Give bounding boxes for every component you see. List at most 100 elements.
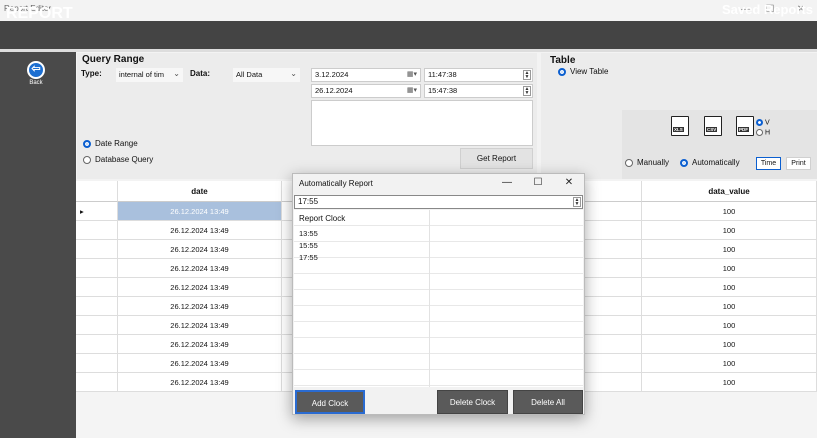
calendar-icon: ▦▾ bbox=[406, 87, 417, 94]
window-titlebar bbox=[0, 0, 817, 21]
type-select[interactable]: internal of tim ⌄ bbox=[116, 68, 183, 82]
row-header[interactable] bbox=[76, 278, 118, 297]
list-header: Report Clock bbox=[299, 214, 346, 223]
start-date-picker[interactable]: 3.12.2024 ▦▾ bbox=[311, 68, 421, 82]
type-select-value: internal of tim bbox=[119, 70, 165, 79]
clock-time-value: 17:55 bbox=[298, 197, 319, 206]
type-label: Type: bbox=[81, 69, 102, 78]
date-range-radio[interactable]: Date Range bbox=[83, 139, 138, 148]
table-cell-date[interactable]: 26.12.2024 13:49 bbox=[118, 335, 282, 354]
radio-unselected-icon bbox=[83, 155, 91, 164]
list-column-divider bbox=[429, 210, 430, 387]
pdf-file-icon[interactable]: PDF bbox=[736, 116, 754, 136]
end-time-value: 15:47:38 bbox=[428, 86, 458, 95]
table-title: Table bbox=[550, 55, 576, 66]
automatically-report-dialog: Automatically Report — ☐ ✕ 17:55 ▲ ▼ Repo… bbox=[292, 173, 585, 415]
row-header[interactable] bbox=[76, 316, 118, 335]
data-select[interactable]: All Data ⌄ bbox=[233, 68, 300, 82]
table-cell-date[interactable]: 26.12.2024 13:49 bbox=[118, 202, 282, 221]
end-time-input[interactable]: 15:47:38 ▲ ▼ bbox=[424, 84, 533, 98]
start-time-input[interactable]: 11:47:38 ▲ ▼ bbox=[424, 68, 533, 82]
radio-selected-icon bbox=[83, 139, 91, 148]
database-query-label: Database Query bbox=[95, 155, 154, 164]
dialog-title: Automatically Report bbox=[299, 179, 373, 188]
list-item[interactable]: 15:55 bbox=[299, 241, 318, 250]
delete-clock-button[interactable]: Delete Clock bbox=[437, 390, 508, 414]
end-date-value: 26.12.2024 bbox=[315, 86, 353, 95]
list-grid-background bbox=[294, 210, 583, 387]
report-clock-list: Report Clock 13:55 15:55 17:55 bbox=[294, 210, 583, 387]
dialog-maximize-button[interactable]: ☐ bbox=[528, 177, 548, 188]
row-header-corner bbox=[76, 181, 118, 202]
calendar-icon: ▦▾ bbox=[406, 71, 417, 78]
query-text-area[interactable] bbox=[311, 100, 533, 146]
spinner-icon[interactable]: ▲ ▼ bbox=[573, 197, 581, 207]
table-cell-data-value[interactable]: 100 bbox=[642, 373, 817, 392]
dialog-close-button[interactable]: ✕ bbox=[559, 177, 579, 188]
end-date-picker[interactable]: 26.12.2024 ▦▾ bbox=[311, 84, 421, 98]
get-report-button[interactable]: Get Report bbox=[460, 148, 533, 169]
table-cell-data-value[interactable]: 100 bbox=[642, 354, 817, 373]
view-table-radio[interactable]: View Table bbox=[558, 67, 608, 76]
back-label: Back bbox=[29, 80, 43, 86]
table-cell-data-value[interactable]: 100 bbox=[642, 221, 817, 240]
back-arrow-icon: ⇦ bbox=[27, 61, 45, 79]
row-header[interactable] bbox=[76, 240, 118, 259]
time-button[interactable]: Time bbox=[756, 157, 781, 170]
table-cell-date[interactable]: 26.12.2024 13:49 bbox=[118, 373, 282, 392]
data-label: Data: bbox=[190, 69, 211, 78]
print-button[interactable]: Print bbox=[786, 157, 811, 170]
chevron-down-icon: ⌄ bbox=[290, 69, 297, 78]
row-header[interactable] bbox=[76, 221, 118, 240]
csv-file-icon[interactable]: CSV bbox=[704, 116, 722, 136]
table-cell-date[interactable]: 26.12.2024 13:49 bbox=[118, 297, 282, 316]
row-indicator-icon: ▸ bbox=[80, 207, 84, 216]
table-cell-data-value[interactable]: 100 bbox=[642, 202, 817, 221]
table-cell-data-value[interactable]: 100 bbox=[642, 278, 817, 297]
radio-unselected-icon bbox=[625, 158, 633, 167]
list-item[interactable]: 13:55 bbox=[299, 229, 318, 238]
row-header[interactable] bbox=[76, 354, 118, 373]
table-cell-date[interactable]: 26.12.2024 13:49 bbox=[118, 354, 282, 373]
table-cell-data-value[interactable]: 100 bbox=[642, 240, 817, 259]
table-cell-data-value[interactable]: 100 bbox=[642, 259, 817, 278]
list-item[interactable]: 17:55 bbox=[299, 253, 318, 262]
table-cell-data-value[interactable]: 100 bbox=[642, 297, 817, 316]
spinner-icon[interactable]: ▲ ▼ bbox=[523, 70, 531, 80]
manually-radio[interactable]: Manually bbox=[625, 158, 669, 167]
table-cell-date[interactable]: 26.12.2024 13:49 bbox=[118, 278, 282, 297]
row-header[interactable] bbox=[76, 297, 118, 316]
table-cell-data-value[interactable]: 100 bbox=[642, 335, 817, 354]
clock-time-input[interactable]: 17:55 ▲ ▼ bbox=[294, 195, 583, 209]
data-select-value: All Data bbox=[236, 70, 263, 79]
delete-all-button[interactable]: Delete All bbox=[513, 390, 583, 414]
table-cell-date[interactable]: 26.12.2024 13:49 bbox=[118, 259, 282, 278]
row-header[interactable]: ▸ bbox=[76, 202, 118, 221]
page-title: REPORT bbox=[6, 5, 73, 22]
row-header[interactable] bbox=[76, 373, 118, 392]
app-header bbox=[0, 21, 817, 49]
saved-reports-link[interactable]: Saved Reports bbox=[722, 2, 813, 17]
orientation-h-radio[interactable]: H bbox=[756, 129, 770, 136]
column-header-data-value[interactable]: data_value bbox=[642, 181, 817, 202]
start-time-value: 11:47:38 bbox=[428, 70, 457, 79]
radio-selected-icon bbox=[756, 119, 763, 126]
orientation-v-radio[interactable]: V bbox=[756, 119, 770, 126]
dialog-minimize-button[interactable]: — bbox=[497, 177, 517, 188]
chevron-down-icon: ⌄ bbox=[173, 69, 180, 78]
row-header[interactable] bbox=[76, 335, 118, 354]
spinner-icon[interactable]: ▲ ▼ bbox=[523, 86, 531, 96]
table-cell-date[interactable]: 26.12.2024 13:49 bbox=[118, 221, 282, 240]
header-divider bbox=[0, 49, 817, 52]
back-button[interactable]: ⇦ Back bbox=[23, 61, 49, 91]
column-header-date[interactable]: date bbox=[118, 181, 282, 202]
table-cell-date[interactable]: 26.12.2024 13:49 bbox=[118, 316, 282, 335]
sidebar bbox=[0, 52, 76, 438]
xls-file-icon[interactable]: XLS bbox=[671, 116, 689, 136]
table-cell-date[interactable]: 26.12.2024 13:49 bbox=[118, 240, 282, 259]
automatically-radio[interactable]: Automatically bbox=[680, 158, 740, 167]
table-cell-data-value[interactable]: 100 bbox=[642, 316, 817, 335]
database-query-radio[interactable]: Database Query bbox=[83, 155, 153, 164]
row-header[interactable] bbox=[76, 259, 118, 278]
add-clock-button[interactable]: Add Clock bbox=[295, 390, 365, 414]
